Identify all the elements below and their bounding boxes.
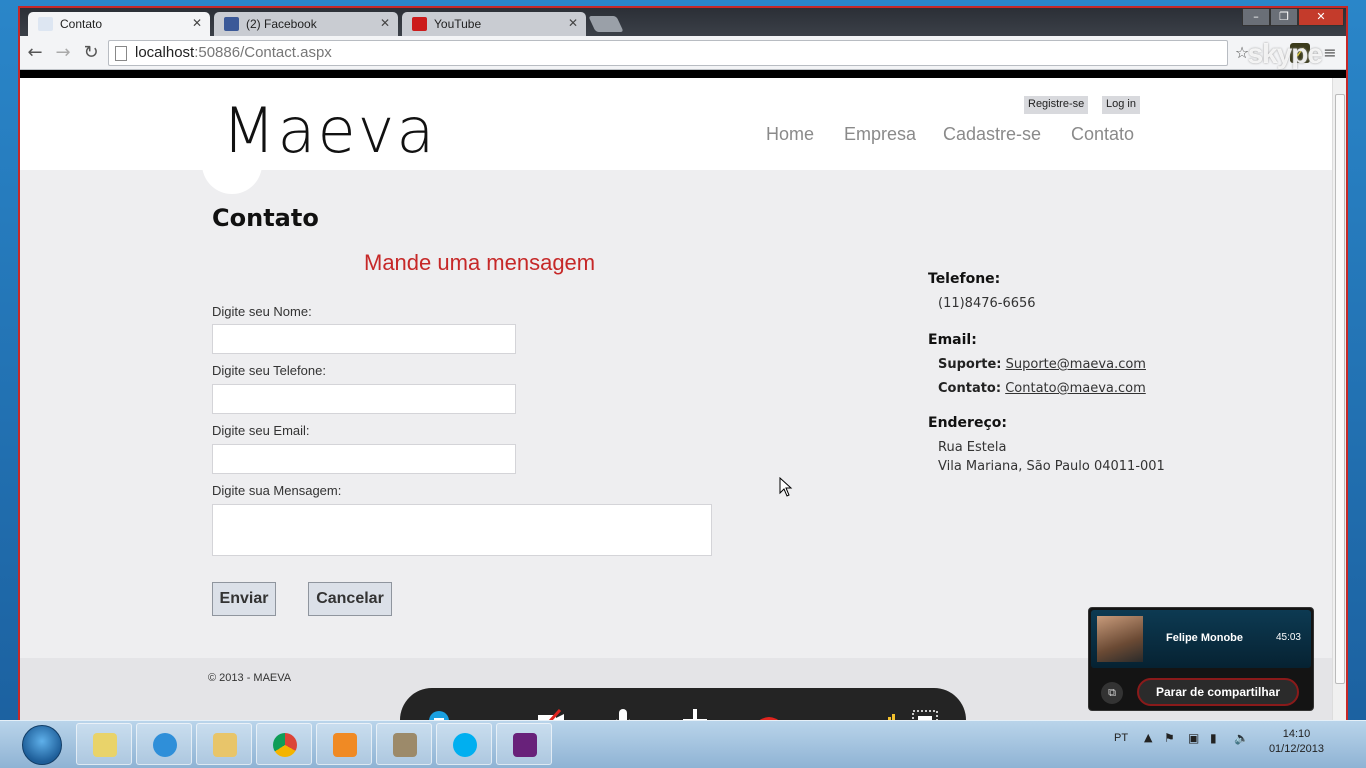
youtube-favicon-icon bbox=[412, 17, 427, 31]
nav-empresa[interactable]: Empresa bbox=[844, 124, 916, 145]
minimize-button[interactable]: – bbox=[1242, 8, 1270, 26]
taskbar-app-tools[interactable] bbox=[376, 723, 432, 765]
reload-icon[interactable]: ↻ bbox=[80, 42, 102, 64]
tab-label: YouTube bbox=[434, 17, 482, 31]
email-label: Digite seu Email: bbox=[212, 423, 310, 438]
tab-contato[interactable]: Contato ✕ bbox=[28, 12, 210, 36]
address-line-1: Rua Estela bbox=[938, 440, 1007, 455]
url-path: :50886/Contact.aspx bbox=[194, 44, 332, 61]
maximize-button[interactable]: ❐ bbox=[1270, 8, 1298, 26]
close-tab-icon[interactable]: ✕ bbox=[568, 16, 578, 30]
stop-sharing-button[interactable]: Parar de compartilhar bbox=[1137, 678, 1299, 706]
window-controls: – ❐ ✕ bbox=[1242, 8, 1344, 28]
clock-date: 01/12/2013 bbox=[1268, 743, 1324, 755]
tab-facebook[interactable]: (2) Facebook ✕ bbox=[214, 12, 398, 36]
message-textarea[interactable] bbox=[212, 504, 712, 556]
url-host: localhost bbox=[135, 44, 195, 61]
close-tab-icon[interactable]: ✕ bbox=[192, 16, 202, 30]
forward-arrow-icon[interactable]: → bbox=[52, 42, 74, 64]
nav-home[interactable]: Home bbox=[766, 124, 814, 145]
menu-icon[interactable]: ≡ bbox=[1320, 43, 1340, 63]
close-tab-icon[interactable]: ✕ bbox=[380, 16, 390, 30]
browser-toolbar: ← → ↻ localhost:50886/Contact.aspx ☆ ✓ ≡… bbox=[20, 36, 1346, 70]
facebook-favicon-icon bbox=[224, 17, 239, 31]
nav-contato[interactable]: Contato bbox=[1071, 124, 1134, 145]
support-email-link[interactable]: Suporte@maeva.com bbox=[1006, 357, 1146, 372]
contact-avatar bbox=[1097, 616, 1143, 662]
clock-time: 14:10 bbox=[1282, 728, 1311, 740]
phone-input[interactable] bbox=[212, 384, 516, 414]
mouse-cursor-icon bbox=[779, 477, 793, 497]
phone-heading: Telefone: bbox=[928, 271, 1001, 287]
call-duration: 45:03 bbox=[1275, 632, 1301, 643]
name-input[interactable] bbox=[212, 324, 516, 354]
site-logo[interactable]: Maeva bbox=[222, 94, 436, 167]
contact-label: Contato: bbox=[938, 381, 1002, 396]
language-indicator[interactable]: PT bbox=[1114, 732, 1128, 744]
taskbar-app-media-player[interactable] bbox=[316, 723, 372, 765]
taskbar-app-explorer[interactable] bbox=[196, 723, 252, 765]
phone-label: Digite seu Telefone: bbox=[212, 363, 326, 378]
cancel-button[interactable]: Cancelar bbox=[308, 582, 392, 616]
skype-call-header: Felipe Monobe 45:03 bbox=[1091, 610, 1311, 668]
tab-youtube[interactable]: YouTube ✕ bbox=[402, 12, 586, 36]
message-label: Digite sua Mensagem: bbox=[212, 483, 342, 498]
tab-label: (2) Facebook bbox=[246, 17, 317, 31]
copyright-text: © 2013 - MAEVA bbox=[208, 672, 292, 684]
skype-watermark: skype bbox=[1247, 38, 1323, 69]
address-line-2: Vila Mariana, São Paulo 04011-001 bbox=[938, 459, 1165, 474]
address-heading: Endereço: bbox=[928, 415, 1007, 431]
name-label: Digite seu Nome: bbox=[212, 304, 312, 319]
tab-label: Contato bbox=[60, 17, 103, 31]
taskbar-app-chrome[interactable] bbox=[256, 723, 312, 765]
contact-email-link[interactable]: Contato@maeva.com bbox=[1005, 381, 1146, 396]
back-arrow-icon[interactable]: ← bbox=[24, 42, 46, 64]
register-link[interactable]: Registre-se bbox=[1024, 96, 1089, 114]
site-header: Maeva Registre-se Log in Home Empresa Ca… bbox=[20, 78, 1334, 170]
network-icon[interactable]: ▮ bbox=[1210, 731, 1217, 745]
phone-number: (11)8476-6656 bbox=[938, 296, 1036, 311]
volume-icon[interactable]: 🔈 bbox=[1234, 731, 1249, 745]
support-email-row: Suporte: Suporte@maeva.com bbox=[938, 357, 1146, 372]
login-link[interactable]: Log in bbox=[1102, 96, 1140, 114]
device-icon[interactable]: ▣ bbox=[1188, 731, 1199, 745]
form-subtitle: Mande uma mensagem bbox=[364, 250, 596, 275]
start-button[interactable] bbox=[22, 725, 62, 765]
page-title: Contato bbox=[212, 204, 319, 232]
scrollbar-thumb[interactable] bbox=[1335, 94, 1345, 684]
taskbar-app-visual-studio[interactable] bbox=[496, 723, 552, 765]
send-button[interactable]: Enviar bbox=[212, 582, 276, 616]
taskbar-app-folders[interactable] bbox=[76, 723, 132, 765]
close-window-button[interactable]: ✕ bbox=[1298, 8, 1344, 26]
logo-circle-decoration bbox=[202, 164, 262, 194]
nav-cadastre-se[interactable]: Cadastre-se bbox=[943, 124, 1041, 145]
page-icon bbox=[115, 46, 127, 61]
tray-arrow-icon[interactable]: ▲ bbox=[1144, 731, 1152, 744]
page-scrollbar[interactable] bbox=[1332, 78, 1346, 720]
taskbar-app-internet-explorer[interactable] bbox=[136, 723, 192, 765]
skype-call-panel: Felipe Monobe 45:03 ⧉ Parar de compartil… bbox=[1088, 607, 1314, 711]
address-bar[interactable]: localhost:50886/Contact.aspx bbox=[108, 40, 1228, 66]
contact-email-row: Contato: Contato@maeva.com bbox=[938, 381, 1146, 396]
email-input[interactable] bbox=[212, 444, 516, 474]
tab-strip: Contato ✕ (2) Facebook ✕ YouTube ✕ – ❐ ✕ bbox=[20, 8, 1346, 36]
support-label: Suporte: bbox=[938, 357, 1002, 372]
email-heading: Email: bbox=[928, 332, 977, 348]
new-tab-button[interactable] bbox=[588, 16, 624, 32]
page-favicon-icon bbox=[38, 17, 53, 31]
contact-name: Felipe Monobe bbox=[1166, 632, 1243, 644]
popout-icon[interactable]: ⧉ bbox=[1101, 682, 1123, 704]
windows-taskbar: PT ▲ ⚑ ▣ ▮ 🔈 14:10 01/12/2013 bbox=[0, 720, 1366, 768]
black-divider bbox=[20, 70, 1346, 78]
system-clock[interactable]: 14:10 01/12/2013 bbox=[1269, 727, 1324, 757]
taskbar-app-skype[interactable] bbox=[436, 723, 492, 765]
flag-icon[interactable]: ⚑ bbox=[1164, 731, 1175, 745]
